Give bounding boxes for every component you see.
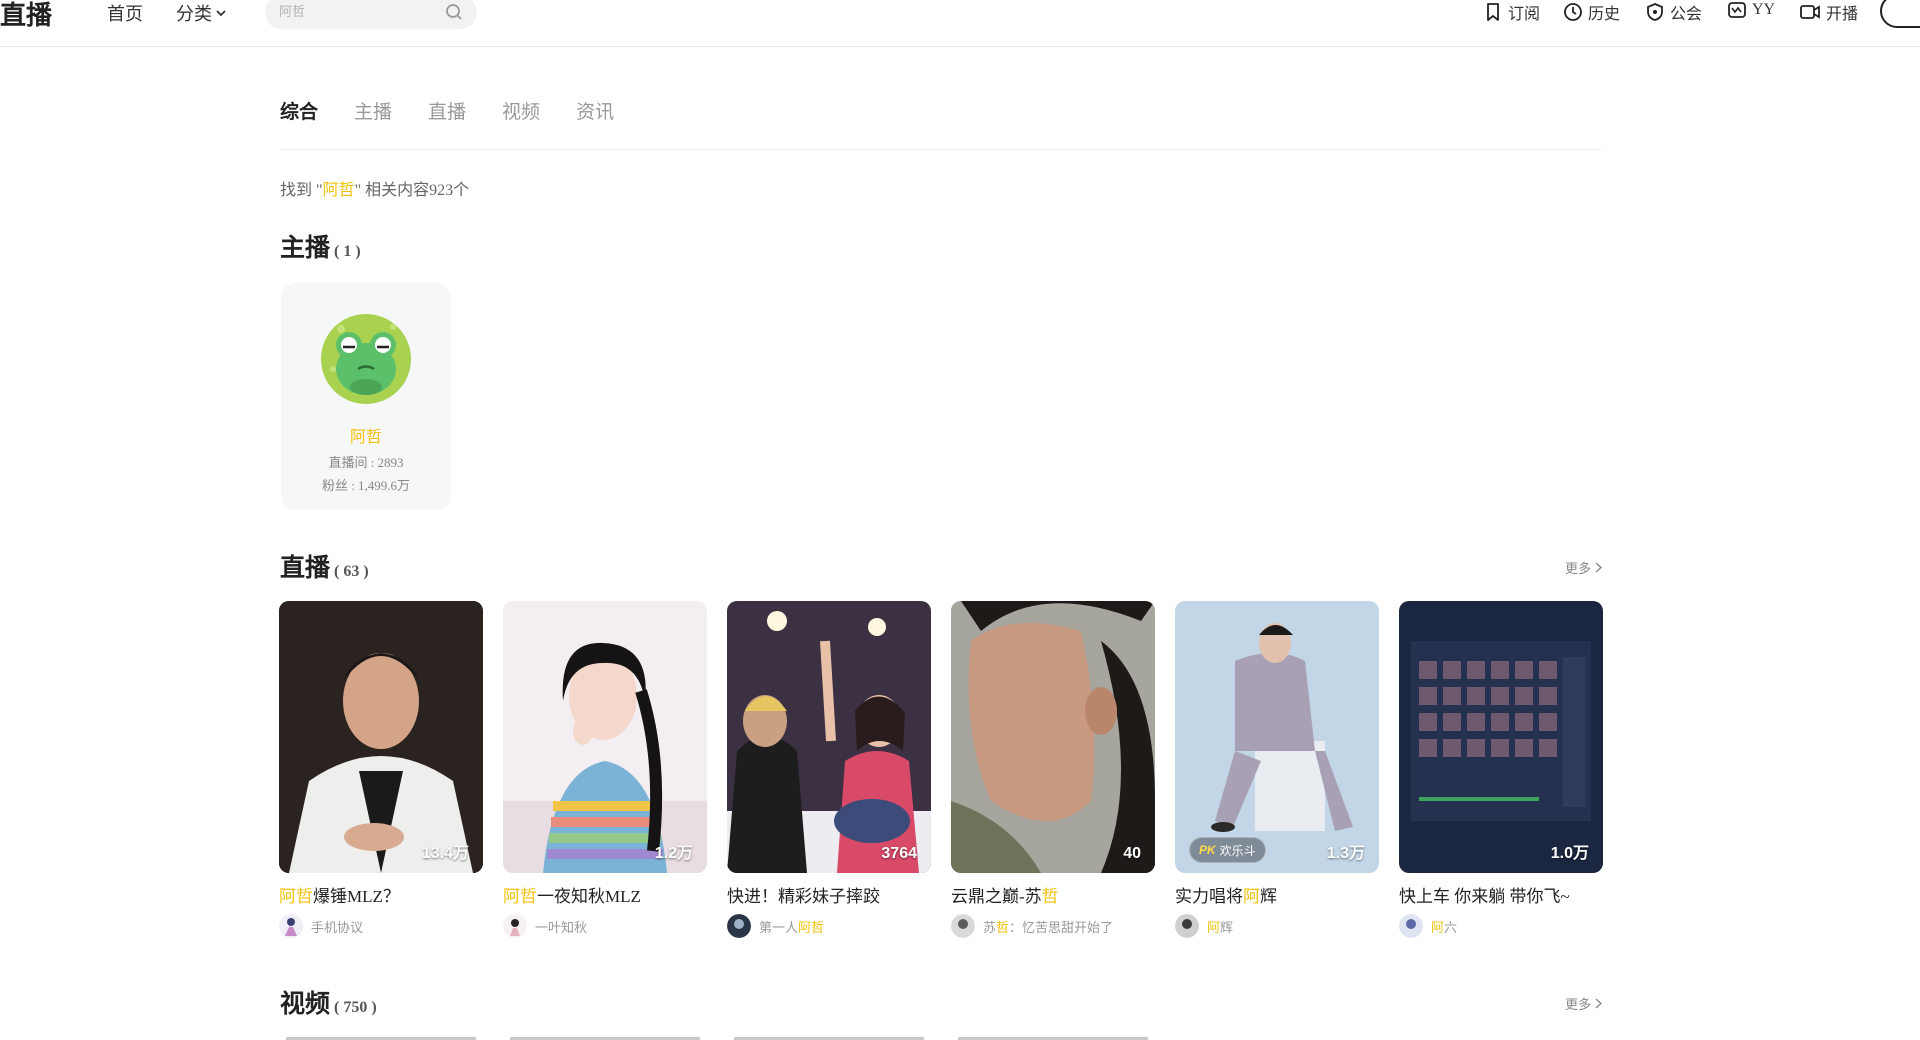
nav-history[interactable]: 历史 [1563, 0, 1620, 24]
girl-with-braids-image [503, 601, 707, 873]
viewer-count: 40 [1123, 845, 1141, 862]
live-title: 阿哲一夜知秋MLZ [503, 887, 641, 906]
streamer-avatar [951, 914, 975, 938]
live-card[interactable]: 40 云鼎之巅-苏哲 苏哲：忆苦思甜开始了 [951, 601, 1155, 938]
nav-start-live[interactable]: 开播 [1799, 0, 1858, 24]
game-screen-image [1399, 601, 1603, 873]
streamer-avatar [503, 914, 527, 938]
streamer-info: 阿六 [1399, 914, 1603, 938]
search-input[interactable] [279, 4, 429, 20]
nav-home-link[interactable]: 首页 [107, 0, 143, 26]
site-logo[interactable]: 直播 [0, 0, 52, 32]
search-icon[interactable] [445, 3, 463, 21]
tab-news[interactable]: 资讯 [576, 97, 614, 124]
live-card[interactable]: PK 欢乐斗 1.3万 实力唱将阿辉 阿辉 [1175, 601, 1379, 938]
streamer-name: 一叶知秋 [535, 919, 588, 935]
section-title-videos: 视频( 750 ) [280, 991, 377, 1018]
anchor-card[interactable]: 阿哲 直播间 : 2893 粉丝 : 1,499.6万 [281, 283, 451, 510]
live-more-link[interactable]: 更多 [1565, 558, 1602, 577]
live-count: ( 63 ) [334, 563, 369, 580]
young-man-profile-image [951, 601, 1155, 873]
live-title: 阿哲爆锤MLZ？ [279, 887, 400, 906]
live-thumbnail[interactable]: 13.4万 [279, 601, 483, 873]
streamer-avatar [1175, 914, 1199, 938]
tab-live[interactable]: 直播 [428, 97, 466, 124]
live-title: 实力唱将阿辉 [1175, 887, 1277, 906]
nav-yy-label: YY [1752, 1, 1776, 18]
viewer-count: 1.2万 [654, 845, 693, 862]
man-in-suit-image [279, 601, 483, 873]
live-thumbnail[interactable]: PK 欢乐斗 1.3万 [1175, 601, 1379, 873]
video-count: ( 750 ) [334, 999, 377, 1016]
section-title-anchors: 主播( 1 ) [280, 235, 361, 262]
tab-anchors[interactable]: 主播 [354, 97, 392, 124]
top-bar: 直播 首页 分类 订阅 历史 公会 YY 开播 [0, 0, 1920, 47]
live-card[interactable]: 3764 快进！精彩妹子摔跤 第一人阿哲 [727, 601, 931, 938]
streamer-name: 苏哲：忆苦思甜开始了 [983, 919, 1114, 935]
streamer-name: 手机协议 [311, 919, 364, 935]
streamer-avatar [1399, 914, 1423, 938]
result-tabs: 综合 主播 直播 视频 资讯 [280, 97, 614, 124]
singer-seated-image [1175, 601, 1379, 873]
live-grid: 13.4万 阿哲爆锤MLZ？ 手机协议 1.2万 阿哲一夜知秋MLZ 一叶知秋 … [279, 601, 1603, 941]
streamer-info: 阿辉 [1175, 914, 1379, 938]
streamer-name: 第一人阿哲 [759, 919, 825, 935]
live-title: 云鼎之巅-苏哲 [951, 887, 1059, 906]
nav-subscribe[interactable]: 订阅 [1483, 0, 1540, 24]
chevron-right-icon [1595, 562, 1602, 573]
anchor-name: 阿哲 [349, 429, 382, 446]
live-title: 快上车 你来躺 带你飞~ [1399, 887, 1570, 906]
tab-all[interactable]: 综合 [280, 97, 318, 124]
streamer-info: 手机协议 [279, 914, 483, 938]
chevron-down-icon [216, 10, 226, 17]
viewer-count: 13.4万 [421, 845, 469, 862]
viewer-count: 1.0万 [1550, 845, 1589, 862]
anchor-fans: 粉丝 : 1,499.6万 [321, 478, 411, 493]
streamer-avatar [279, 914, 303, 938]
streamer-name: 阿六 [1431, 919, 1458, 935]
live-thumbnail[interactable]: 40 [951, 601, 1155, 873]
nav-subscribe-label: 订阅 [1508, 6, 1541, 23]
streamer-avatar [727, 914, 751, 938]
viewer-count: 3764 [881, 845, 917, 862]
streamer-info: 苏哲：忆苦思甜开始了 [951, 914, 1155, 938]
nav-yy[interactable]: YY [1727, 0, 1775, 20]
tab-divider [280, 149, 1602, 150]
search-box [265, 0, 477, 29]
live-thumbnail[interactable]: 1.2万 [503, 601, 707, 873]
shield-icon [1647, 3, 1663, 21]
tab-videos[interactable]: 视频 [502, 97, 540, 124]
result-keyword: 阿哲 [322, 182, 355, 199]
streamer-info: 一叶知秋 [503, 914, 707, 938]
result-count: 找到 "阿哲" 相关内容923个 [280, 182, 470, 199]
anchors-count: ( 1 ) [334, 243, 361, 260]
live-card[interactable]: 13.4万 阿哲爆锤MLZ？ 手机协议 [279, 601, 483, 938]
live-card[interactable]: 1.2万 阿哲一夜知秋MLZ 一叶知秋 [503, 601, 707, 938]
yy-icon [1728, 2, 1746, 18]
section-title-live: 直播( 63 ) [280, 555, 369, 582]
streamer-name: 阿辉 [1207, 919, 1234, 935]
wrestling-winner-image [727, 601, 931, 873]
live-title: 快进！精彩妹子摔跤 [727, 887, 880, 906]
nav-guild-label: 公会 [1670, 6, 1703, 23]
frog-avatar [321, 314, 411, 404]
video-more-link[interactable]: 更多 [1565, 994, 1602, 1013]
nav-category-dropdown[interactable]: 分类 [176, 0, 226, 26]
bookmark-icon [1487, 3, 1499, 21]
live-thumbnail[interactable]: 1.0万 [1399, 601, 1603, 873]
nav-start-live-label: 开播 [1826, 6, 1859, 23]
viewer-count: 1.3万 [1326, 845, 1365, 862]
login-button[interactable] [1880, 0, 1920, 28]
nav-guild[interactable]: 公会 [1645, 0, 1702, 24]
live-card[interactable]: 1.0万 快上车 你来躺 带你飞~ 阿六 [1399, 601, 1603, 938]
nav-category-label: 分类 [176, 4, 212, 24]
nav-history-label: 历史 [1588, 6, 1621, 23]
clock-icon [1564, 3, 1582, 21]
anchor-room: 直播间 : 2893 [328, 455, 404, 470]
live-thumbnail[interactable]: 3764 [727, 601, 931, 873]
pk-badge: PK 欢乐斗 [1189, 837, 1266, 863]
chevron-right-icon [1595, 998, 1602, 1009]
camera-icon [1800, 5, 1820, 19]
streamer-info: 第一人阿哲 [727, 914, 931, 938]
